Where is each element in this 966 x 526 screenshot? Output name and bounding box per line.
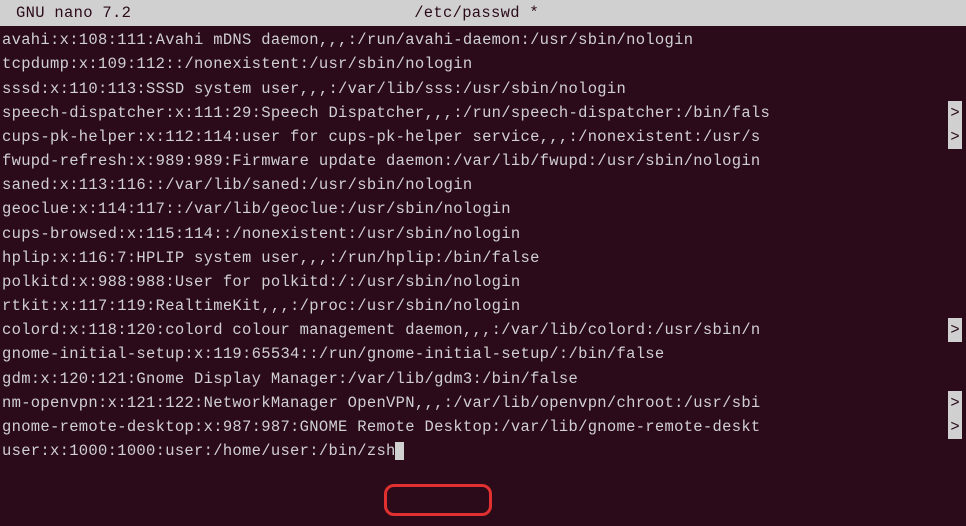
filename: /etc/passwd *: [131, 1, 822, 25]
file-line[interactable]: avahi:x:108:111:Avahi mDNS daemon,,,:/ru…: [2, 28, 964, 52]
file-line[interactable]: nm-openvpn:x:121:122:NetworkManager Open…: [2, 391, 964, 415]
file-line[interactable]: tcpdump:x:109:112::/nonexistent:/usr/sbi…: [2, 52, 964, 76]
app-name: GNU nano 7.2: [4, 1, 131, 25]
file-line[interactable]: sssd:x:110:113:SSSD system user,,,:/var/…: [2, 77, 964, 101]
file-line[interactable]: saned:x:113:116::/var/lib/saned:/usr/sbi…: [2, 173, 964, 197]
file-line[interactable]: gdm:x:120:121:Gnome Display Manager:/var…: [2, 367, 964, 391]
file-line[interactable]: fwupd-refresh:x:989:989:Firmware update …: [2, 149, 964, 173]
file-line[interactable]: hplip:x:116:7:HPLIP system user,,,:/run/…: [2, 246, 964, 270]
file-line[interactable]: cups-pk-helper:x:112:114:user for cups-p…: [2, 125, 964, 149]
file-line[interactable]: cups-browsed:x:115:114::/nonexistent:/us…: [2, 222, 964, 246]
file-line[interactable]: colord:x:118:120:colord colour managemen…: [2, 318, 964, 342]
file-line[interactable]: gnome-remote-desktop:x:987:987:GNOME Rem…: [2, 415, 964, 439]
file-line[interactable]: geoclue:x:114:117::/var/lib/geoclue:/usr…: [2, 197, 964, 221]
cursor: [395, 442, 404, 460]
editor-content[interactable]: avahi:x:108:111:Avahi mDNS daemon,,,:/ru…: [0, 28, 966, 463]
file-line[interactable]: gnome-initial-setup:x:119:65534::/run/gn…: [2, 342, 964, 366]
editor-header: GNU nano 7.2 /etc/passwd *: [0, 0, 966, 26]
file-line[interactable]: polkitd:x:988:988:User for polkitd:/:/us…: [2, 270, 964, 294]
file-line[interactable]: speech-dispatcher:x:111:29:Speech Dispat…: [2, 101, 964, 125]
file-line[interactable]: rtkit:x:117:119:RealtimeKit,,,:/proc:/us…: [2, 294, 964, 318]
file-line[interactable]: user:x:1000:1000:user:/home/user:/bin/zs…: [2, 439, 964, 463]
highlight-annotation: [384, 484, 492, 516]
